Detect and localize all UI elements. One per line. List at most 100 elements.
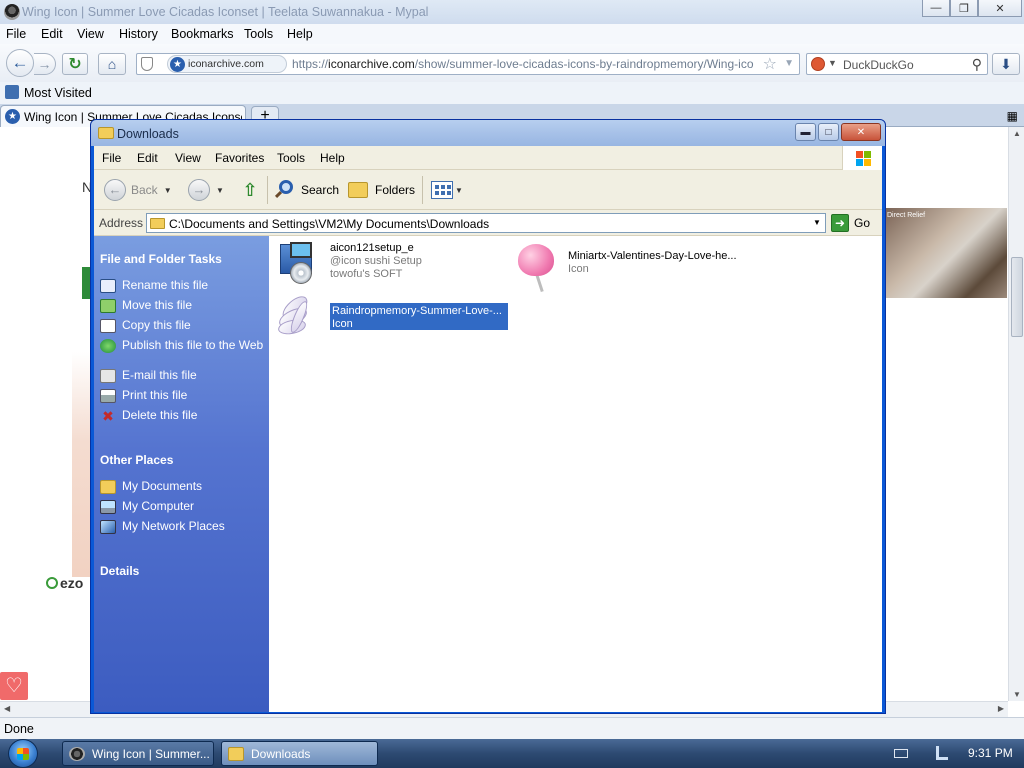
reload-button[interactable]: ↻ [62,53,88,75]
address-folder-icon [150,218,165,229]
back-button[interactable]: ← [6,49,34,77]
url-dropdown-icon[interactable]: ▼ [784,58,794,69]
url-text[interactable]: https://iconarchive.com/show/summer-love… [292,57,754,71]
url-bar[interactable]: ★ iconarchive.com https://iconarchive.co… [136,53,800,75]
taskbar-button-browser[interactable]: Wing Icon | Summer... [62,741,214,766]
keyboard-icon[interactable] [894,749,908,758]
taskbar-button-downloads[interactable]: Downloads [221,741,378,766]
explorer-menu-edit[interactable]: Edit [137,151,158,165]
menu-help[interactable]: Help [287,27,313,41]
place-my-computer-label: My Computer [122,499,195,513]
bookmark-most-visited[interactable]: Most Visited [24,86,92,100]
minimize-button[interactable]: — [922,0,950,17]
duckduckgo-icon[interactable] [811,57,825,71]
menu-bookmarks[interactable]: Bookmarks [171,27,234,41]
site-identity[interactable]: ★ iconarchive.com [167,55,287,73]
scroll-down-icon[interactable]: ▼ [1013,690,1021,699]
vertical-scrollbar[interactable]: ▲ ▼ [1008,127,1024,701]
address-dropdown-icon[interactable]: ▼ [809,214,825,232]
close-button[interactable]: ✕ [978,0,1022,17]
file-list-pane[interactable]: aicon121setup_e @icon sushi Setup towofu… [269,236,882,712]
explorer-close-button[interactable]: ✕ [841,123,881,141]
toolbar-separator [422,176,423,204]
explorer-titlebar[interactable]: Downloads ▬ □ ✕ [91,120,885,146]
file-description: @icon sushi Setup [330,255,422,267]
menu-edit[interactable]: Edit [41,27,63,41]
details-heading[interactable]: Details [100,564,139,578]
task-move[interactable]: Move this file [100,299,265,313]
explorer-back-button[interactable]: ← Back ▼ [104,178,172,202]
downloads-button[interactable]: ⬇ [992,53,1020,75]
maximize-button[interactable]: ❐ [950,0,978,17]
file-item-wing-icon[interactable]: Raindropmemory-Summer-Love-... Icon [274,292,508,344]
scroll-thumb[interactable] [1011,257,1023,337]
mypal-taskbar-icon [69,746,85,761]
task-publish[interactable]: Publish this file to the Web [100,339,265,353]
search-button[interactable]: Search [274,178,339,202]
explorer-forward-button[interactable]: → ▼ [188,178,224,202]
views-dropdown-icon[interactable]: ▼ [455,186,463,195]
explorer-window-controls: ▬ □ ✕ [795,123,881,141]
back-dropdown-icon[interactable]: ▼ [164,186,172,195]
scroll-up-icon[interactable]: ▲ [1013,129,1021,138]
explorer-menu-favorites[interactable]: Favorites [215,151,264,165]
heart-lollipop-icon [512,242,562,293]
file-item-valentines-icon[interactable]: Miniartx-Valentines-Day-Love-he... Icon [512,242,737,293]
folders-button[interactable]: Folders [348,178,415,202]
explorer-menu-view[interactable]: View [175,151,201,165]
ezoic-badge[interactable]: ezo [46,575,83,591]
menu-tools[interactable]: Tools [244,27,273,41]
explorer-menu-file[interactable]: File [102,151,121,165]
task-copy[interactable]: Copy this file [100,319,265,333]
browser-titlebar: Wing Icon | Summer Love Cicadas Iconset … [0,0,1024,24]
task-print[interactable]: Print this file [100,389,265,403]
go-button[interactable]: ➜ Go [831,213,879,233]
menu-file[interactable]: File [6,27,26,41]
explorer-menu-tools[interactable]: Tools [277,151,305,165]
menu-view[interactable]: View [77,27,104,41]
address-field[interactable]: C:\Documents and Settings\VM2\My Documen… [146,213,826,233]
file-item-aicon-setup[interactable]: aicon121setup_e @icon sushi Setup towofu… [274,240,422,290]
favorite-heart-icon[interactable]: ♡ [0,672,28,700]
explorer-minimize-button[interactable]: ▬ [795,123,816,141]
file-type: Icon [568,263,589,275]
forward-dropdown-icon[interactable]: ▼ [216,186,224,195]
email-icon [100,369,116,383]
scroll-left-icon[interactable]: ◀ [4,704,10,713]
search-icon[interactable]: ⚲ [972,56,982,73]
printer-icon [100,389,116,403]
tasks-sidepane: File and Folder Tasks Rename this file M… [94,236,269,712]
mypal-app-icon [4,4,20,20]
clock[interactable]: 9:31 PM [968,746,1013,760]
up-folder-button[interactable]: ⇧ [240,178,260,202]
place-my-documents[interactable]: My Documents [100,480,265,494]
views-button[interactable]: ▼ [431,178,463,202]
task-copy-label: Copy this file [122,318,191,332]
tab-list-icon[interactable]: ▦ [1007,109,1018,123]
menu-history[interactable]: History [119,27,158,41]
search-engine-dropdown-icon[interactable]: ▼ [828,58,837,68]
start-button[interactable] [8,739,38,768]
network-icon[interactable] [936,746,948,760]
forward-button[interactable]: → [34,53,56,75]
task-delete[interactable]: ✖ Delete this file [100,409,265,424]
explorer-menu-help[interactable]: Help [320,151,345,165]
explorer-maximize-button[interactable]: □ [818,123,839,141]
my-documents-icon [100,480,116,494]
place-my-network[interactable]: My Network Places [100,520,265,534]
home-button[interactable]: ⌂ [98,53,126,75]
task-email[interactable]: E-mail this file [100,369,265,383]
setup-cd-icon [274,240,324,290]
scroll-right-icon[interactable]: ▶ [998,704,1004,713]
browser-menubar: File Edit View History Bookmarks Tools H… [0,24,1024,44]
my-computer-icon [100,500,116,514]
file-folder-tasks-heading[interactable]: File and Folder Tasks [100,252,222,266]
place-my-computer[interactable]: My Computer [100,500,265,514]
other-places-heading[interactable]: Other Places [100,453,173,467]
bookmark-star-icon[interactable]: ☆ [763,54,777,74]
search-bar[interactable]: ▼ DuckDuckGo ⚲ [806,53,988,75]
shield-icon[interactable] [141,57,153,71]
task-rename[interactable]: Rename this file [100,279,265,293]
page-ad-photo[interactable]: Direct Relief [885,208,1007,298]
file-company: towofu's SOFT [330,268,403,280]
